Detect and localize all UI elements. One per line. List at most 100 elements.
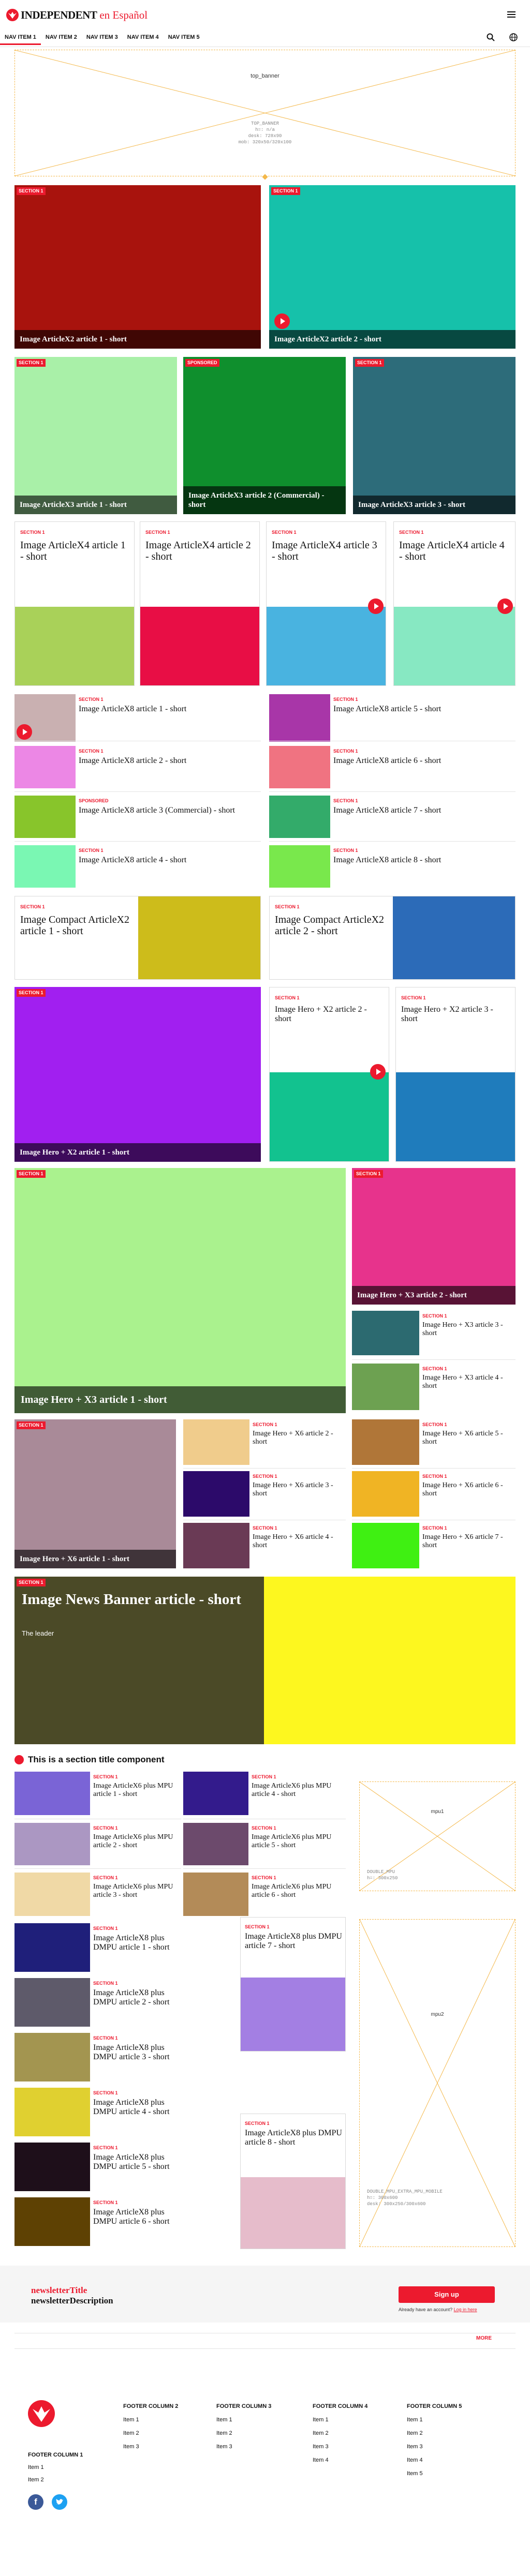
footer-link[interactable]: Item 1 [313, 2417, 367, 2423]
section-label: SECTION 1 [333, 798, 358, 803]
footer-link[interactable]: Item 3 [407, 2444, 462, 2450]
facebook-icon[interactable]: f [28, 2494, 43, 2510]
article-title: Image Hero + X6 article 1 - short [20, 1555, 129, 1563]
x8dmpu-item-3[interactable]: SECTION 1 Image ArticleX8 plus DMPU artic… [14, 2033, 181, 2081]
article-x2-1[interactable]: SECTION 1 Image ArticleX2 article 1 - sh… [14, 185, 261, 349]
article-x3-3[interactable]: SECTION 1 Image ArticleX3 article 3 - sh… [353, 357, 516, 514]
hero-x3-side-2[interactable]: SECTION 1 Image Hero + X3 article 3 - sh… [352, 1311, 516, 1357]
x8dmpu-item-7[interactable]: SECTION 1 Image ArticleX8 plus DMPU artic… [240, 1917, 346, 2051]
article-x4-1[interactable]: SECTION 1 Image ArticleX4 article 1 - sh… [14, 521, 135, 686]
section-badge: SECTION 1 [17, 1170, 46, 1178]
article-x2-2[interactable]: SECTION 1 Image ArticleX2 article 2 - sh… [269, 185, 516, 349]
x6mpu-item-5[interactable]: SECTION 1 Image ArticleX6 plus MPU articl… [183, 1823, 346, 1865]
article-x8-2[interactable]: SECTION 1 Image ArticleX8 article 2 - sh… [14, 746, 261, 788]
eagle-logo-icon[interactable] [28, 2400, 55, 2427]
footer-link[interactable]: Item 3 [313, 2444, 367, 2450]
nav-item-3[interactable]: NAV ITEM 3 [82, 29, 123, 45]
article-x8-3[interactable]: SPONSORED Image ArticleX8 article 3 (Com… [14, 796, 261, 838]
footer-col1-item[interactable]: Item 2 [28, 2477, 44, 2483]
article-title: Image ArticleX8 article 7 - short [333, 806, 441, 815]
footer-link[interactable]: Item 5 [407, 2470, 462, 2477]
article-x8-5[interactable]: SECTION 1 Image ArticleX8 article 5 - sh… [269, 694, 516, 742]
site-logo[interactable]: INDEPENDENT en Español [6, 8, 148, 22]
x6mpu-item-1[interactable]: SECTION 1 Image ArticleX6 plus MPU articl… [14, 1772, 181, 1815]
x8dmpu-item-6[interactable]: SECTION 1 Image ArticleX8 plus DMPU artic… [14, 2197, 181, 2246]
hero-x6-item-5[interactable]: SECTION 1 Image Hero + X6 article 5 - sh… [352, 1419, 516, 1465]
twitter-icon[interactable] [52, 2494, 67, 2510]
hero-x2-side-1[interactable]: SECTION 1 Image Hero + X2 article 2 - sh… [269, 987, 389, 1162]
article-x3-1[interactable]: SECTION 1 Image ArticleX3 article 1 - sh… [14, 357, 177, 514]
article-x4-2[interactable]: SECTION 1 Image ArticleX4 article 2 - sh… [140, 521, 260, 686]
compact-article-2[interactable]: SECTION 1 Image Compact ArticleX2 articl… [269, 896, 516, 980]
play-icon[interactable] [17, 724, 32, 740]
article-title: Image ArticleX6 plus MPU article 3 - sho… [93, 1883, 173, 1899]
section-label: SECTION 1 [275, 904, 300, 909]
x8dmpu-item-8[interactable]: SECTION 1 Image ArticleX8 plus DMPU artic… [240, 2114, 346, 2249]
login-link[interactable]: Log in here [454, 2307, 477, 2312]
login-prompt: Already have an account? Log in here [399, 2307, 477, 2312]
section-label: SECTION 1 [422, 1366, 447, 1371]
section-label: SECTION 1 [79, 748, 104, 754]
hero-x6-main[interactable]: SECTION 1 Image Hero + X6 article 1 - sh… [14, 1419, 176, 1568]
hero-x6-item-4[interactable]: SECTION 1 Image Hero + X6 article 4 - sh… [183, 1523, 346, 1568]
x8dmpu-item-1[interactable]: SECTION 1 Image ArticleX8 plus DMPU artic… [14, 1923, 181, 1972]
hero-x3-side-1[interactable]: SECTION 1 Image Hero + X3 article 2 - sh… [352, 1168, 516, 1305]
signup-button[interactable]: Sign up [399, 2286, 495, 2303]
footer-link[interactable]: Item 1 [407, 2417, 462, 2423]
section-label: SECTION 1 [93, 1774, 118, 1779]
x6mpu-item-2[interactable]: SECTION 1 Image ArticleX6 plus MPU articl… [14, 1823, 181, 1865]
article-x3-2[interactable]: SPONSORED Image ArticleX3 article 2 (Com… [183, 357, 346, 514]
hero-x6-item-3[interactable]: SECTION 1 Image Hero + X6 article 3 - sh… [183, 1471, 346, 1517]
article-title: Image ArticleX4 article 2 - short [145, 540, 251, 562]
nav-item-1[interactable]: NAV ITEM 1 [0, 29, 41, 45]
nav-item-4[interactable]: NAV ITEM 4 [123, 29, 164, 45]
x6mpu-item-4[interactable]: SECTION 1 Image ArticleX6 plus MPU articl… [183, 1772, 346, 1815]
article-x4-4[interactable]: SECTION 1 Image ArticleX4 article 4 - sh… [393, 521, 516, 686]
footer-link[interactable]: Item 3 [216, 2444, 271, 2450]
hero-x2-main[interactable]: SECTION 1 Image Hero + X2 article 1 - sh… [14, 987, 261, 1162]
footer-link[interactable]: Item 4 [313, 2457, 367, 2463]
footer-link[interactable]: Item 1 [216, 2417, 271, 2423]
play-icon[interactable] [497, 598, 513, 614]
article-x4-3[interactable]: SECTION 1 Image ArticleX4 article 3 - sh… [266, 521, 386, 686]
article-x8-8[interactable]: SECTION 1 Image ArticleX8 article 8 - sh… [269, 845, 516, 888]
globe-icon[interactable] [509, 33, 518, 41]
hero-x6-item-6[interactable]: SECTION 1 Image Hero + X6 article 6 - sh… [352, 1471, 516, 1517]
play-icon[interactable] [274, 313, 290, 329]
article-x8-6[interactable]: SECTION 1 Image ArticleX8 article 6 - sh… [269, 746, 516, 788]
footer-link[interactable]: Item 2 [407, 2430, 462, 2436]
footer-link[interactable]: Item 2 [313, 2430, 367, 2436]
footer-link[interactable]: Item 2 [216, 2430, 271, 2436]
section-label: SECTION 1 [252, 1875, 276, 1880]
nav-item-2[interactable]: NAV ITEM 2 [41, 29, 82, 45]
footer-col1-item[interactable]: Item 1 [28, 2464, 44, 2470]
footer-col1-title: FOOTER COLUMN 1 [28, 2452, 83, 2458]
x6mpu-item-3[interactable]: SECTION 1 Image ArticleX6 plus MPU articl… [14, 1873, 181, 1916]
x6mpu-item-6[interactable]: SECTION 1 Image ArticleX6 plus MPU articl… [183, 1873, 346, 1916]
article-x8-1[interactable]: SECTION 1 Image ArticleX8 article 1 - sh… [14, 694, 261, 742]
footer-link[interactable]: Item 3 [123, 2444, 178, 2450]
search-icon[interactable] [487, 33, 495, 41]
nav-item-5[interactable]: NAV ITEM 5 [164, 29, 204, 45]
section-label: SECTION 1 [253, 1525, 277, 1531]
hero-x3-side-3[interactable]: SECTION 1 Image Hero + X3 article 4 - sh… [352, 1364, 516, 1410]
hero-x6-item-7[interactable]: SECTION 1 Image Hero + X6 article 7 - sh… [352, 1523, 516, 1568]
article-x8-4[interactable]: SECTION 1 Image ArticleX8 article 4 - sh… [14, 845, 261, 888]
article-x8-7[interactable]: SECTION 1 Image ArticleX8 article 7 - sh… [269, 796, 516, 838]
x8dmpu-item-2[interactable]: SECTION 1 Image ArticleX8 plus DMPU artic… [14, 1978, 181, 2027]
play-icon[interactable] [368, 598, 384, 614]
article-image [15, 607, 134, 685]
more-link[interactable]: MORE [476, 2335, 492, 2341]
footer-link[interactable]: Item 2 [123, 2430, 178, 2436]
news-banner[interactable]: SECTION 1 Image News Banner article - sh… [14, 1577, 516, 1744]
footer-link[interactable]: Item 1 [123, 2417, 178, 2423]
play-icon[interactable] [370, 1064, 386, 1080]
x8dmpu-item-4[interactable]: SECTION 1 Image ArticleX8 plus DMPU artic… [14, 2088, 181, 2136]
compact-article-1[interactable]: SECTION 1 Image Compact ArticleX2 articl… [14, 896, 261, 980]
hero-x3-main[interactable]: SECTION 1 Image Hero + X3 article 1 - sh… [14, 1168, 346, 1413]
menu-icon[interactable] [507, 11, 516, 18]
x8dmpu-item-5[interactable]: SECTION 1 Image ArticleX8 plus DMPU artic… [14, 2143, 181, 2191]
hero-x2-side-2[interactable]: SECTION 1 Image Hero + X2 article 3 - sh… [395, 987, 516, 1162]
footer-link[interactable]: Item 4 [407, 2457, 462, 2463]
hero-x6-item-2[interactable]: SECTION 1 Image Hero + X6 article 2 - sh… [183, 1419, 346, 1465]
